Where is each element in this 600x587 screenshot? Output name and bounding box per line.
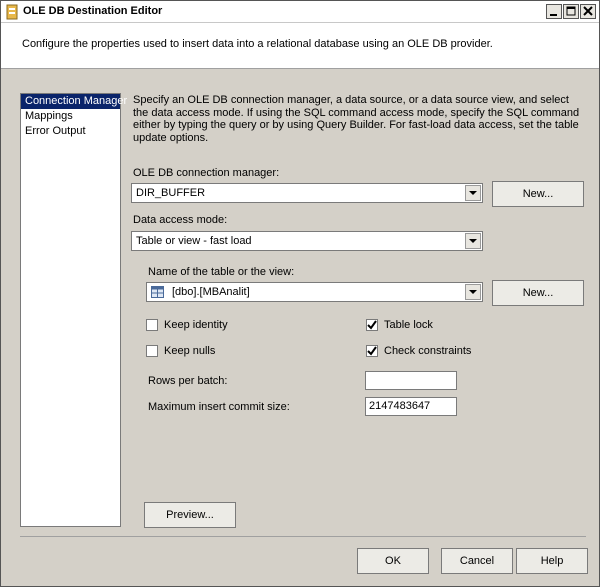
keep-nulls-checkbox[interactable] (146, 345, 158, 357)
table-name-combo[interactable]: [dbo].[MBAnalit] (146, 282, 483, 302)
connection-manager-value: DIR_BUFFER (136, 187, 206, 199)
new-connection-button[interactable]: New... (492, 181, 584, 207)
data-access-mode-label: Data access mode: (133, 214, 228, 226)
rows-per-batch-label: Rows per batch: (148, 375, 228, 387)
connection-manager-label: OLE DB connection manager: (133, 167, 280, 179)
close-button[interactable] (580, 4, 596, 19)
dropdown-arrow[interactable] (465, 185, 481, 201)
table-name-value: [dbo].[MBAnalit] (172, 286, 250, 298)
bottom-divider (20, 536, 586, 537)
max-commit-size-input[interactable]: 2147483647 (365, 397, 457, 416)
check-constraints-checkbox[interactable] (366, 345, 378, 357)
editor-description: Configure the properties used to insert … (22, 38, 493, 50)
ssis-app-icon (6, 4, 18, 20)
title-bar: OLE DB Destination Editor (1, 1, 599, 23)
new-table-button[interactable]: New... (492, 280, 584, 306)
table-lock-checkbox[interactable] (366, 319, 378, 331)
maximize-icon (566, 6, 576, 16)
help-button[interactable]: Help (516, 548, 588, 574)
checkmark-icon (367, 346, 377, 356)
table-icon (151, 286, 164, 298)
keep-nulls-label: Keep nulls (164, 345, 216, 357)
data-access-mode-value: Table or view - fast load (136, 235, 252, 247)
connection-manager-instructions: Specify an OLE DB connection manager, a … (133, 94, 580, 144)
checkmark-icon (367, 320, 377, 330)
chevron-down-icon (469, 191, 477, 195)
max-commit-size-label: Maximum insert commit size: (148, 401, 290, 413)
dropdown-arrow[interactable] (465, 233, 481, 249)
connection-manager-combo[interactable]: DIR_BUFFER (131, 183, 483, 203)
keep-identity-label: Keep identity (164, 319, 228, 331)
table-lock-label: Table lock (384, 319, 433, 331)
chevron-down-icon (469, 239, 477, 243)
page-navigation-list[interactable]: Connection Manager Mappings Error Output (20, 93, 127, 527)
header-area: Configure the properties used to insert … (1, 23, 599, 69)
data-access-mode-combo[interactable]: Table or view - fast load (131, 231, 483, 251)
preview-button[interactable]: Preview... (144, 502, 236, 528)
chevron-down-icon (469, 290, 477, 294)
rows-per-batch-input[interactable] (365, 371, 457, 390)
nav-item-mappings[interactable]: Mappings (21, 109, 120, 124)
ok-button[interactable]: OK (357, 548, 429, 574)
nav-item-connection-manager[interactable]: Connection Manager (21, 94, 127, 109)
minimize-icon (550, 14, 557, 16)
check-constraints-label: Check constraints (384, 345, 472, 357)
ole-db-destination-editor-window: OLE DB Destination Editor Configure the … (0, 0, 600, 587)
close-icon (583, 6, 593, 16)
cancel-button[interactable]: Cancel (441, 548, 513, 574)
dropdown-arrow[interactable] (465, 284, 481, 300)
maximize-button[interactable] (563, 4, 579, 19)
keep-identity-checkbox[interactable] (146, 319, 158, 331)
nav-item-error-output[interactable]: Error Output (21, 124, 120, 139)
minimize-button[interactable] (546, 4, 562, 19)
table-name-label: Name of the table or the view: (148, 266, 295, 278)
window-title: OLE DB Destination Editor (23, 5, 163, 17)
